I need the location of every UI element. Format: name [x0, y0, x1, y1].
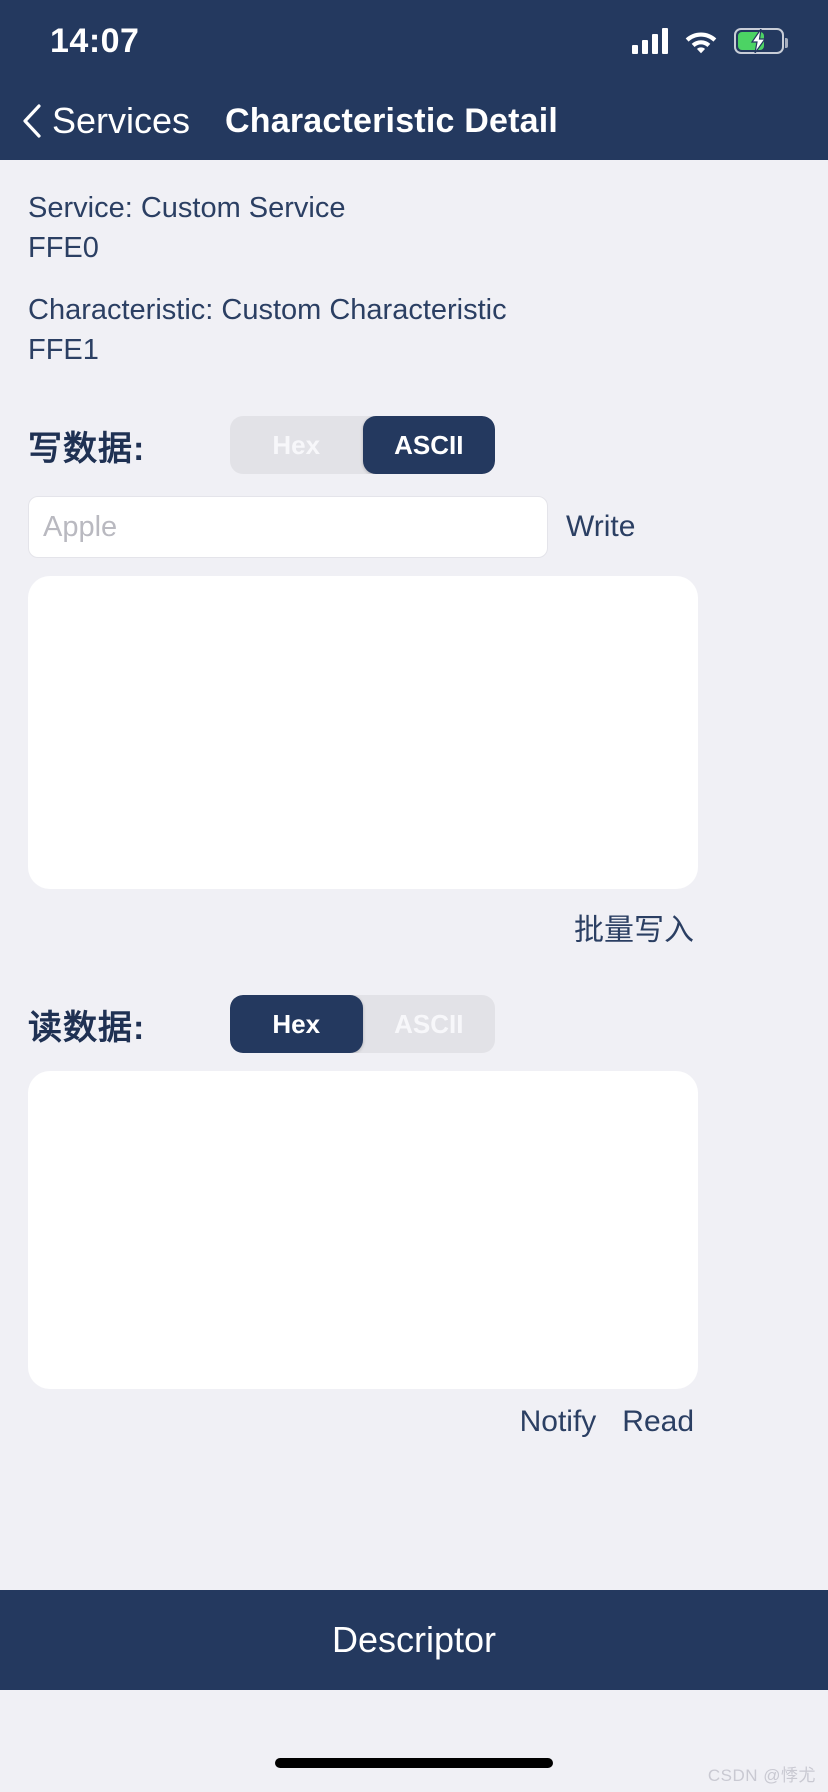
charging-bolt-icon [750, 29, 767, 53]
home-indicator-area: CSDN @悸尤 [0, 1690, 828, 1792]
read-data-label: 读数据: [28, 1008, 146, 1047]
battery-charging-icon [734, 28, 788, 54]
write-format-segmented-control[interactable]: Hex ASCII [230, 416, 495, 475]
read-button[interactable]: Read [622, 1405, 694, 1439]
status-icons [632, 28, 788, 54]
main-content: Service: Custom Service FFE0 Characteris… [0, 160, 828, 1590]
descriptor-button[interactable]: Descriptor [0, 1590, 828, 1690]
service-uuid: FFE0 [28, 232, 99, 265]
characteristic-uuid: FFE1 [28, 334, 99, 367]
status-bar: 14:07 [0, 0, 828, 82]
descriptor-button-label: Descriptor [331, 1619, 497, 1660]
wifi-icon [685, 32, 717, 54]
service-name: Service: Custom Service [28, 192, 346, 224]
write-data-input[interactable] [28, 496, 548, 559]
read-format-ascii-option[interactable]: ASCII [363, 995, 496, 1053]
watermark: CSDN @悸尤 [707, 1766, 816, 1785]
write-data-label: 写数据: [28, 429, 146, 468]
characteristic-info-lines: Characteristic: Custom Characteristic FF… [28, 290, 800, 370]
notify-button[interactable]: Notify [520, 1405, 597, 1439]
chevron-left-icon [23, 104, 41, 138]
write-format-ascii-option[interactable]: ASCII [362, 416, 495, 475]
write-data-textarea[interactable] [28, 576, 698, 890]
read-section-header: 读数据: Hex ASCII [28, 995, 800, 1054]
write-format-hex-option[interactable]: Hex [230, 416, 363, 474]
read-format-segmented-control[interactable]: Hex ASCII [230, 995, 496, 1054]
cellular-signal-icon [632, 28, 668, 54]
write-button[interactable]: Write [566, 510, 635, 544]
batch-write-button[interactable]: 批量写入 [574, 905, 694, 949]
characteristic-info: Service: Custom Service FFE0 Characteris… [28, 160, 800, 370]
back-button-label: Services [52, 100, 191, 141]
characteristic-name: Characteristic: Custom Characteristic [28, 294, 507, 327]
read-format-hex-option[interactable]: Hex [230, 995, 363, 1054]
write-section-header: 写数据: Hex ASCII [28, 416, 800, 475]
write-input-row: Write [28, 496, 800, 559]
navigation-bar: Services Characteristic Detail [0, 82, 828, 160]
back-button[interactable]: Services [22, 100, 190, 142]
service-info: Service: Custom Service FFE0 [28, 188, 800, 268]
read-actions: Notify Read [28, 1405, 698, 1439]
read-data-output[interactable] [28, 1071, 698, 1390]
home-indicator[interactable] [275, 1758, 553, 1768]
phone-screen: 14:07 Services Characteristic Detail Ser… [0, 0, 828, 1792]
status-time: 14:07 [50, 21, 140, 60]
write-actions: 批量写入 [28, 905, 698, 949]
page-title: Characteristic Detail [225, 101, 559, 140]
